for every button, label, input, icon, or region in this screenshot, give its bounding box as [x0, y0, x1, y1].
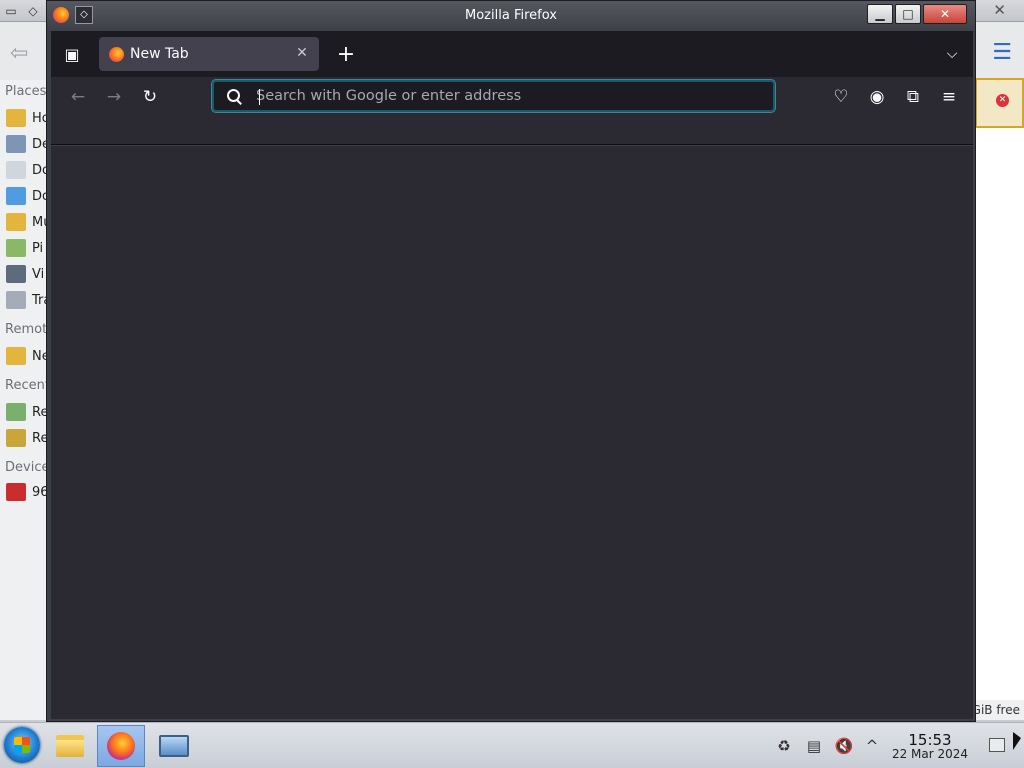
volume-muted-icon[interactable]: 🔇 [833, 735, 855, 757]
sidebar-item-music[interactable]: Mu [6, 211, 51, 233]
sidebar-item-downloads[interactable]: Do [6, 185, 50, 207]
file-manager-content [975, 80, 1024, 720]
documents-folder-icon [6, 161, 26, 179]
file-manager-menu-icon[interactable]: ☰ [992, 40, 1012, 65]
sidebar-item-home[interactable]: Ho [6, 107, 50, 129]
forward-button[interactable]: → [99, 82, 129, 112]
firefox-favicon-icon [109, 46, 124, 62]
error-icon[interactable]: ✕ [996, 94, 1009, 107]
maximize-button[interactable]: □ [895, 4, 921, 24]
sidebar-item-device[interactable]: 96 [6, 481, 49, 503]
music-folder-icon [6, 213, 26, 231]
sidebar-section-recent: Recent [5, 378, 50, 393]
monitor-icon [159, 735, 189, 757]
navigation-toolbar: ← → ↻ ♡ ◉ ⧉ ≡ [51, 77, 973, 117]
extensions-icon[interactable]: ⧉ [898, 82, 928, 112]
windows-logo-icon [14, 737, 30, 753]
sidebar-item-trash[interactable]: Tra [6, 289, 51, 311]
firefox-titlebar: ◇ Mozilla Firefox ▁ □ ✕ [47, 1, 975, 31]
folder-icon [56, 735, 84, 757]
sidebar-item-network[interactable]: Ne [6, 345, 50, 367]
text-caret [259, 89, 260, 105]
taskbar-system-settings[interactable] [150, 725, 198, 767]
address-bar[interactable] [211, 79, 776, 113]
recycle-icon[interactable]: ♻ [774, 735, 794, 757]
clock-date[interactable]: 22 Mar 2024 [884, 747, 976, 761]
tab-strip: ▣ New Tab ✕ + ⌵ [51, 31, 973, 77]
app-menu-icon[interactable]: ≡ [934, 82, 964, 112]
sidebar-section-places: Places [5, 84, 47, 99]
sidebar-item-recent-locations[interactable]: Re [6, 427, 48, 449]
window-title: Mozilla Firefox [465, 8, 557, 23]
search-icon [226, 88, 242, 104]
back-button[interactable]: ← [63, 82, 93, 112]
bookmarks-toolbar [51, 117, 973, 145]
trash-icon [6, 291, 26, 309]
sidebar-item-documents[interactable]: Do [6, 159, 50, 181]
tab-label: New Tab [130, 46, 189, 62]
firefox-icon [107, 732, 135, 760]
downloads-folder-icon [6, 187, 26, 205]
list-all-tabs-button[interactable]: ⌵ [937, 39, 967, 69]
firefox-view-button[interactable]: ▣ [57, 39, 87, 69]
reload-button[interactable]: ↻ [135, 82, 165, 112]
clipboard-icon[interactable]: ▤ [804, 735, 824, 757]
taskbar-file-manager[interactable] [46, 725, 94, 767]
keep-above-icon[interactable]: ◇ [24, 2, 42, 20]
desktop-folder-icon [6, 135, 26, 153]
new-tab-button[interactable]: + [331, 39, 361, 69]
show-desktop-button[interactable] [989, 738, 1005, 752]
taskbar: ♻ ▤ 🔇 ^ [0, 722, 1024, 768]
home-folder-icon [6, 109, 26, 127]
file-manager-back-icon[interactable]: ⇦ [10, 41, 28, 66]
firefox-window: ◇ Mozilla Firefox ▁ □ ✕ ▣ New Tab ✕ + ⌵ … [46, 0, 976, 722]
drive-icon [6, 483, 26, 501]
sidebar-item-recent-files[interactable]: Re [6, 401, 48, 423]
account-icon[interactable]: ◉ [862, 82, 892, 112]
recent-files-icon [6, 403, 26, 421]
url-input[interactable] [256, 88, 773, 104]
network-folder-icon [6, 347, 26, 365]
sidebar-item-label: Pi [32, 240, 44, 256]
sidebar-item-desktop[interactable]: De [6, 133, 50, 155]
start-button[interactable] [4, 727, 40, 763]
minimize-button[interactable]: ▁ [867, 4, 893, 24]
page-content[interactable] [51, 146, 973, 719]
pictures-folder-icon [6, 239, 26, 257]
close-button[interactable]: ✕ [923, 4, 967, 24]
tab-new-tab[interactable]: New Tab ✕ [99, 37, 319, 71]
file-manager-error-banner: ✕ [975, 78, 1024, 128]
sidebar-item-label: Vi [32, 266, 45, 282]
file-manager-free-space: GiB free [975, 700, 1024, 720]
mouse-pointer-icon [1013, 732, 1021, 750]
expand-tray-icon[interactable]: ^ [862, 735, 882, 757]
pocket-icon[interactable]: ♡ [826, 82, 856, 112]
tab-close-icon[interactable]: ✕ [293, 44, 311, 62]
file-manager-close-button[interactable]: ✕ [993, 1, 1006, 19]
sidebar-item-pictures[interactable]: Pi [6, 237, 43, 259]
recent-locations-icon [6, 429, 26, 447]
sidebar-item-videos[interactable]: Vi [6, 263, 44, 285]
videos-folder-icon [6, 265, 26, 283]
folder-icon: ▭ [5, 4, 17, 18]
taskbar-firefox[interactable] [97, 725, 145, 767]
